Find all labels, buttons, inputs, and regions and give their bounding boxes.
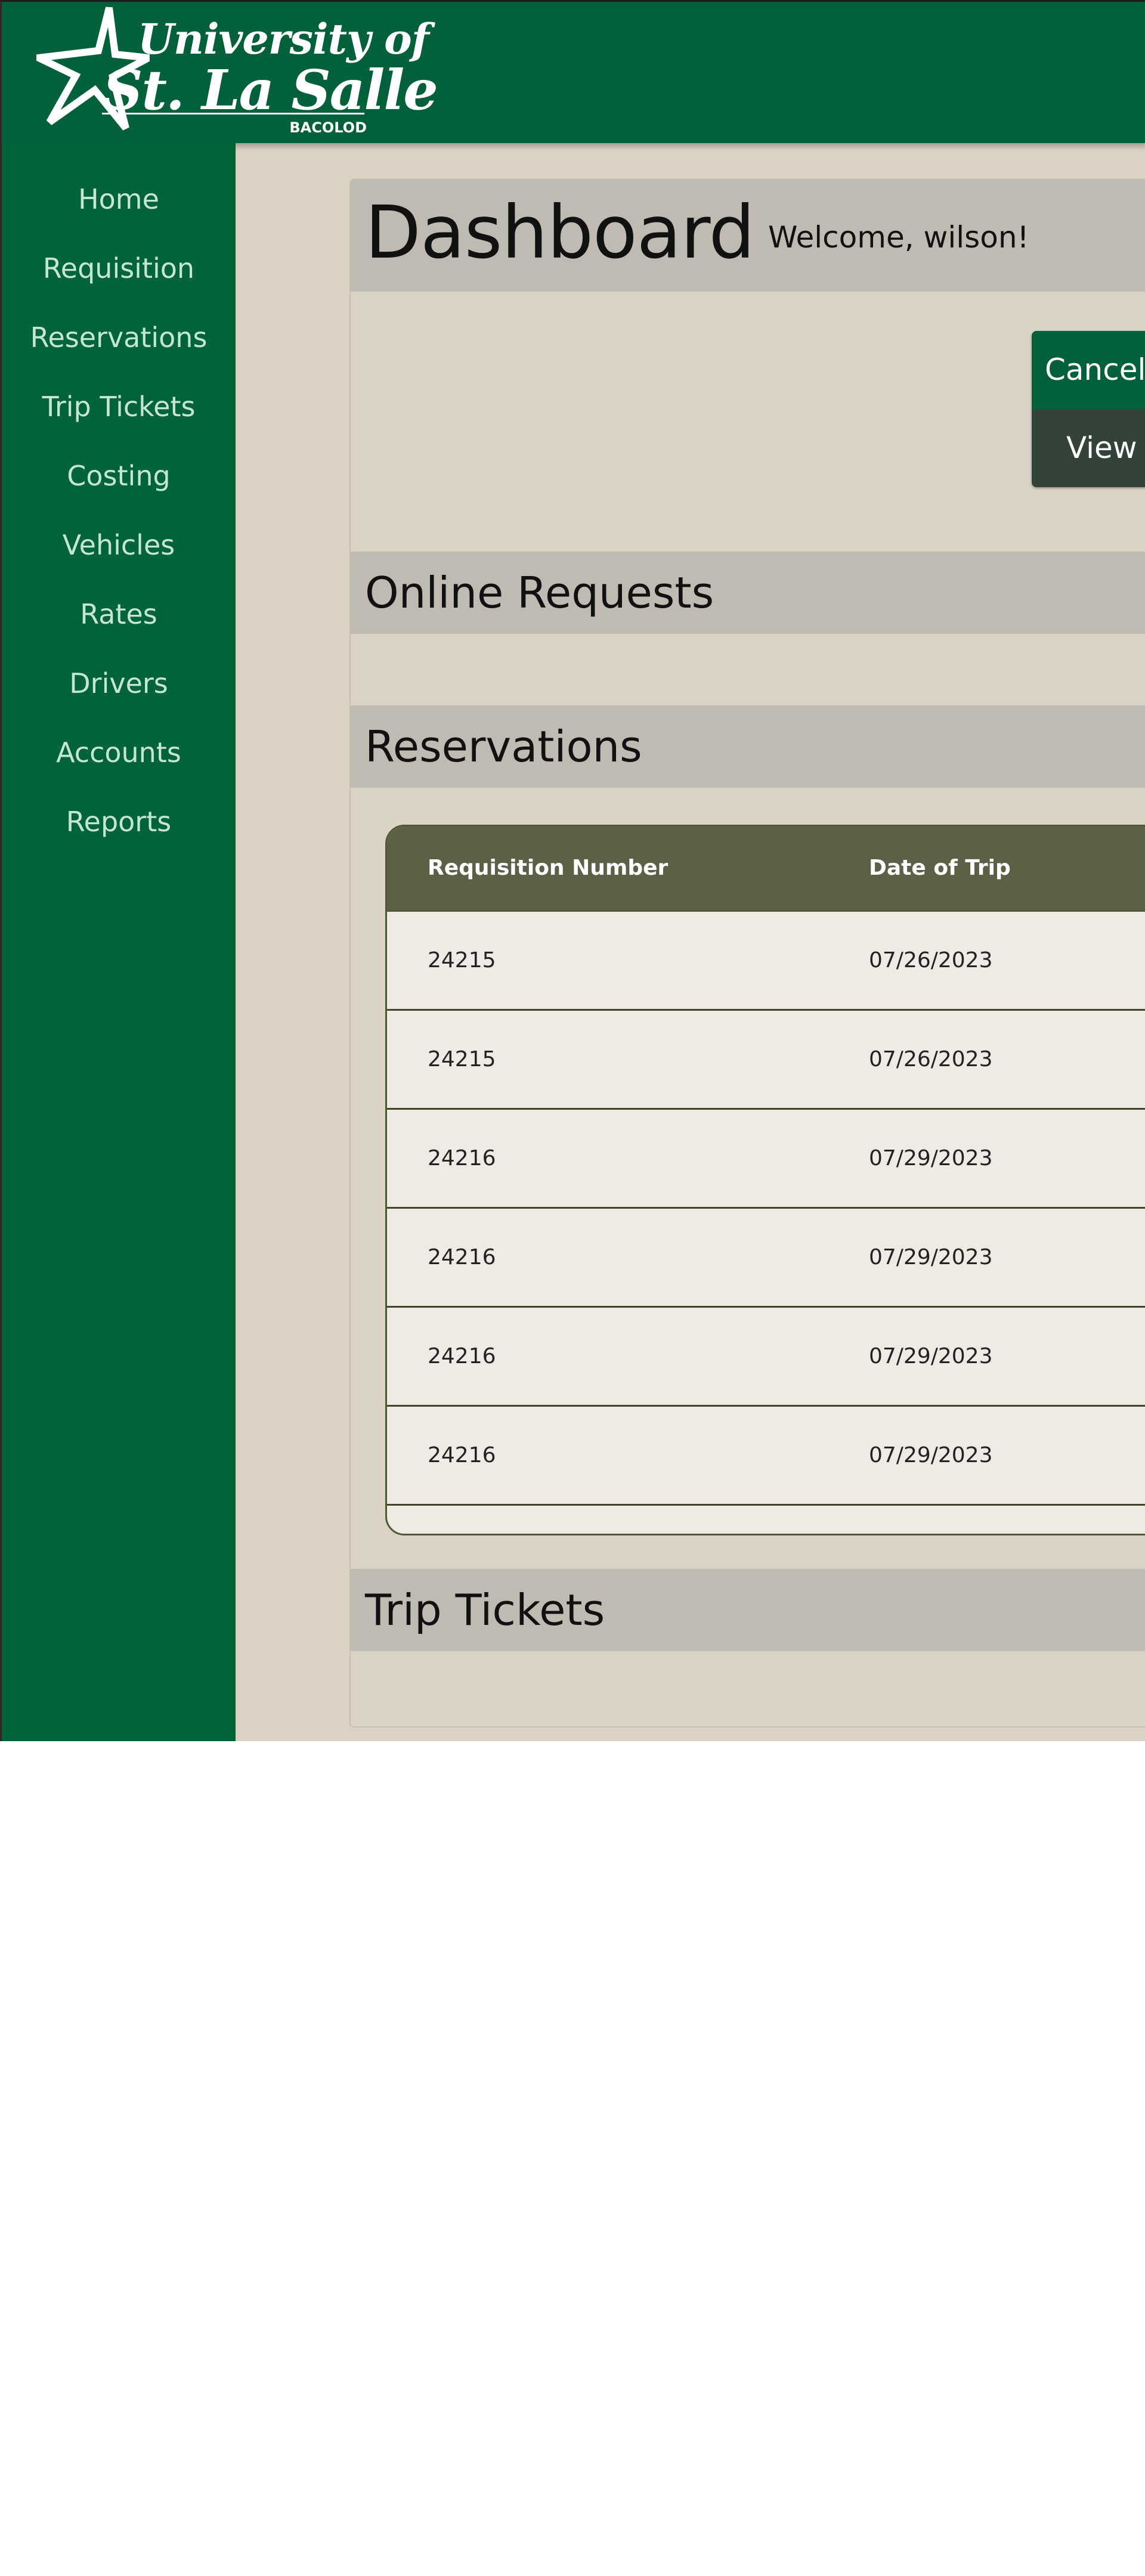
table-row[interactable]: 24215 07/26/2023 [387, 1011, 1145, 1110]
sidebar-menu: Home Requisition Reservations Trip Ticke… [2, 143, 236, 856]
date-of-trip-cell: 07/29/2023 [869, 1245, 993, 1270]
sidebar-item-requisition[interactable]: Requisition [2, 234, 236, 303]
sidebar-item-rates[interactable]: Rates [2, 580, 236, 649]
view-button[interactable]: View D [1032, 409, 1145, 487]
trip-tickets-header: Trip Tickets [351, 1569, 1145, 1651]
sidebar-item-home[interactable]: Home [2, 165, 236, 234]
table-row[interactable]: 24216 07/29/2023 [387, 1308, 1145, 1407]
reservations-title: Reservations [365, 722, 642, 772]
sidebar-item-costing[interactable]: Costing [2, 441, 236, 510]
table-header: Requisition Number Date of Trip [387, 826, 1145, 912]
trip-tickets-title: Trip Tickets [365, 1585, 605, 1635]
online-requests-title: Online Requests [365, 568, 714, 618]
date-of-trip-cell: 07/26/2023 [869, 948, 993, 973]
sidebar-item-accounts[interactable]: Accounts [2, 718, 236, 787]
requisition-number-cell: 24216 [428, 1443, 496, 1467]
requisition-number-cell: 24216 [428, 1146, 496, 1171]
dashboard-panel: Dashboard Welcome, wilson! Cancele View … [349, 178, 1145, 1727]
table-row[interactable]: 24216 07/29/2023 [387, 1209, 1145, 1308]
table-row[interactable]: 24216 07/29/2023 [387, 1407, 1145, 1506]
reservations-table: Requisition Number Date of Trip 24215 07… [385, 825, 1145, 1535]
page-title: Dashboard [365, 190, 755, 275]
date-of-trip-cell: 07/29/2023 [869, 1344, 993, 1368]
sidebar-item-vehicles[interactable]: Vehicles [2, 510, 236, 580]
requisition-number-cell: 24215 [428, 1047, 496, 1072]
online-requests-header: Online Requests [351, 552, 1145, 634]
sidebar: Home Requisition Reservations Trip Ticke… [2, 143, 236, 1741]
table-row[interactable]: 24215 07/26/2023 [387, 912, 1145, 1011]
table-row[interactable]: 24216 07/29/2023 [387, 1110, 1145, 1209]
column-header-requisition-number[interactable]: Requisition Number [428, 826, 668, 910]
sidebar-item-reservations[interactable]: Reservations [2, 303, 236, 372]
sidebar-item-reports[interactable]: Reports [2, 787, 236, 856]
column-header-date-of-trip[interactable]: Date of Trip [869, 826, 1011, 910]
logo-divider [102, 113, 364, 114]
sidebar-item-trip-tickets[interactable]: Trip Tickets [2, 372, 236, 441]
requisition-number-cell: 24216 [428, 1344, 496, 1368]
logo-line-1: University of [138, 14, 429, 64]
action-button-group: Cancele View D [1032, 331, 1145, 487]
sidebar-item-drivers[interactable]: Drivers [2, 649, 236, 718]
date-of-trip-cell: 07/29/2023 [869, 1443, 993, 1467]
top-bar: University of St. La Salle BACOLOD [2, 2, 1145, 143]
cancelled-button[interactable]: Cancele [1032, 331, 1145, 409]
requisition-number-cell: 24216 [428, 1245, 496, 1270]
logo-line-2: St. La Salle [103, 58, 438, 122]
reservations-header: Reservations [351, 705, 1145, 788]
university-logo[interactable]: University of St. La Salle BACOLOD [36, 5, 438, 137]
app-window: University of St. La Salle BACOLOD Home … [0, 0, 1145, 1741]
requisition-number-cell: 24215 [428, 948, 496, 973]
welcome-message: Welcome, wilson! [768, 220, 1029, 255]
dashboard-header: Dashboard Welcome, wilson! [351, 179, 1145, 292]
logo-subtitle: BACOLOD [289, 119, 367, 136]
date-of-trip-cell: 07/26/2023 [869, 1047, 993, 1072]
date-of-trip-cell: 07/29/2023 [869, 1146, 993, 1171]
